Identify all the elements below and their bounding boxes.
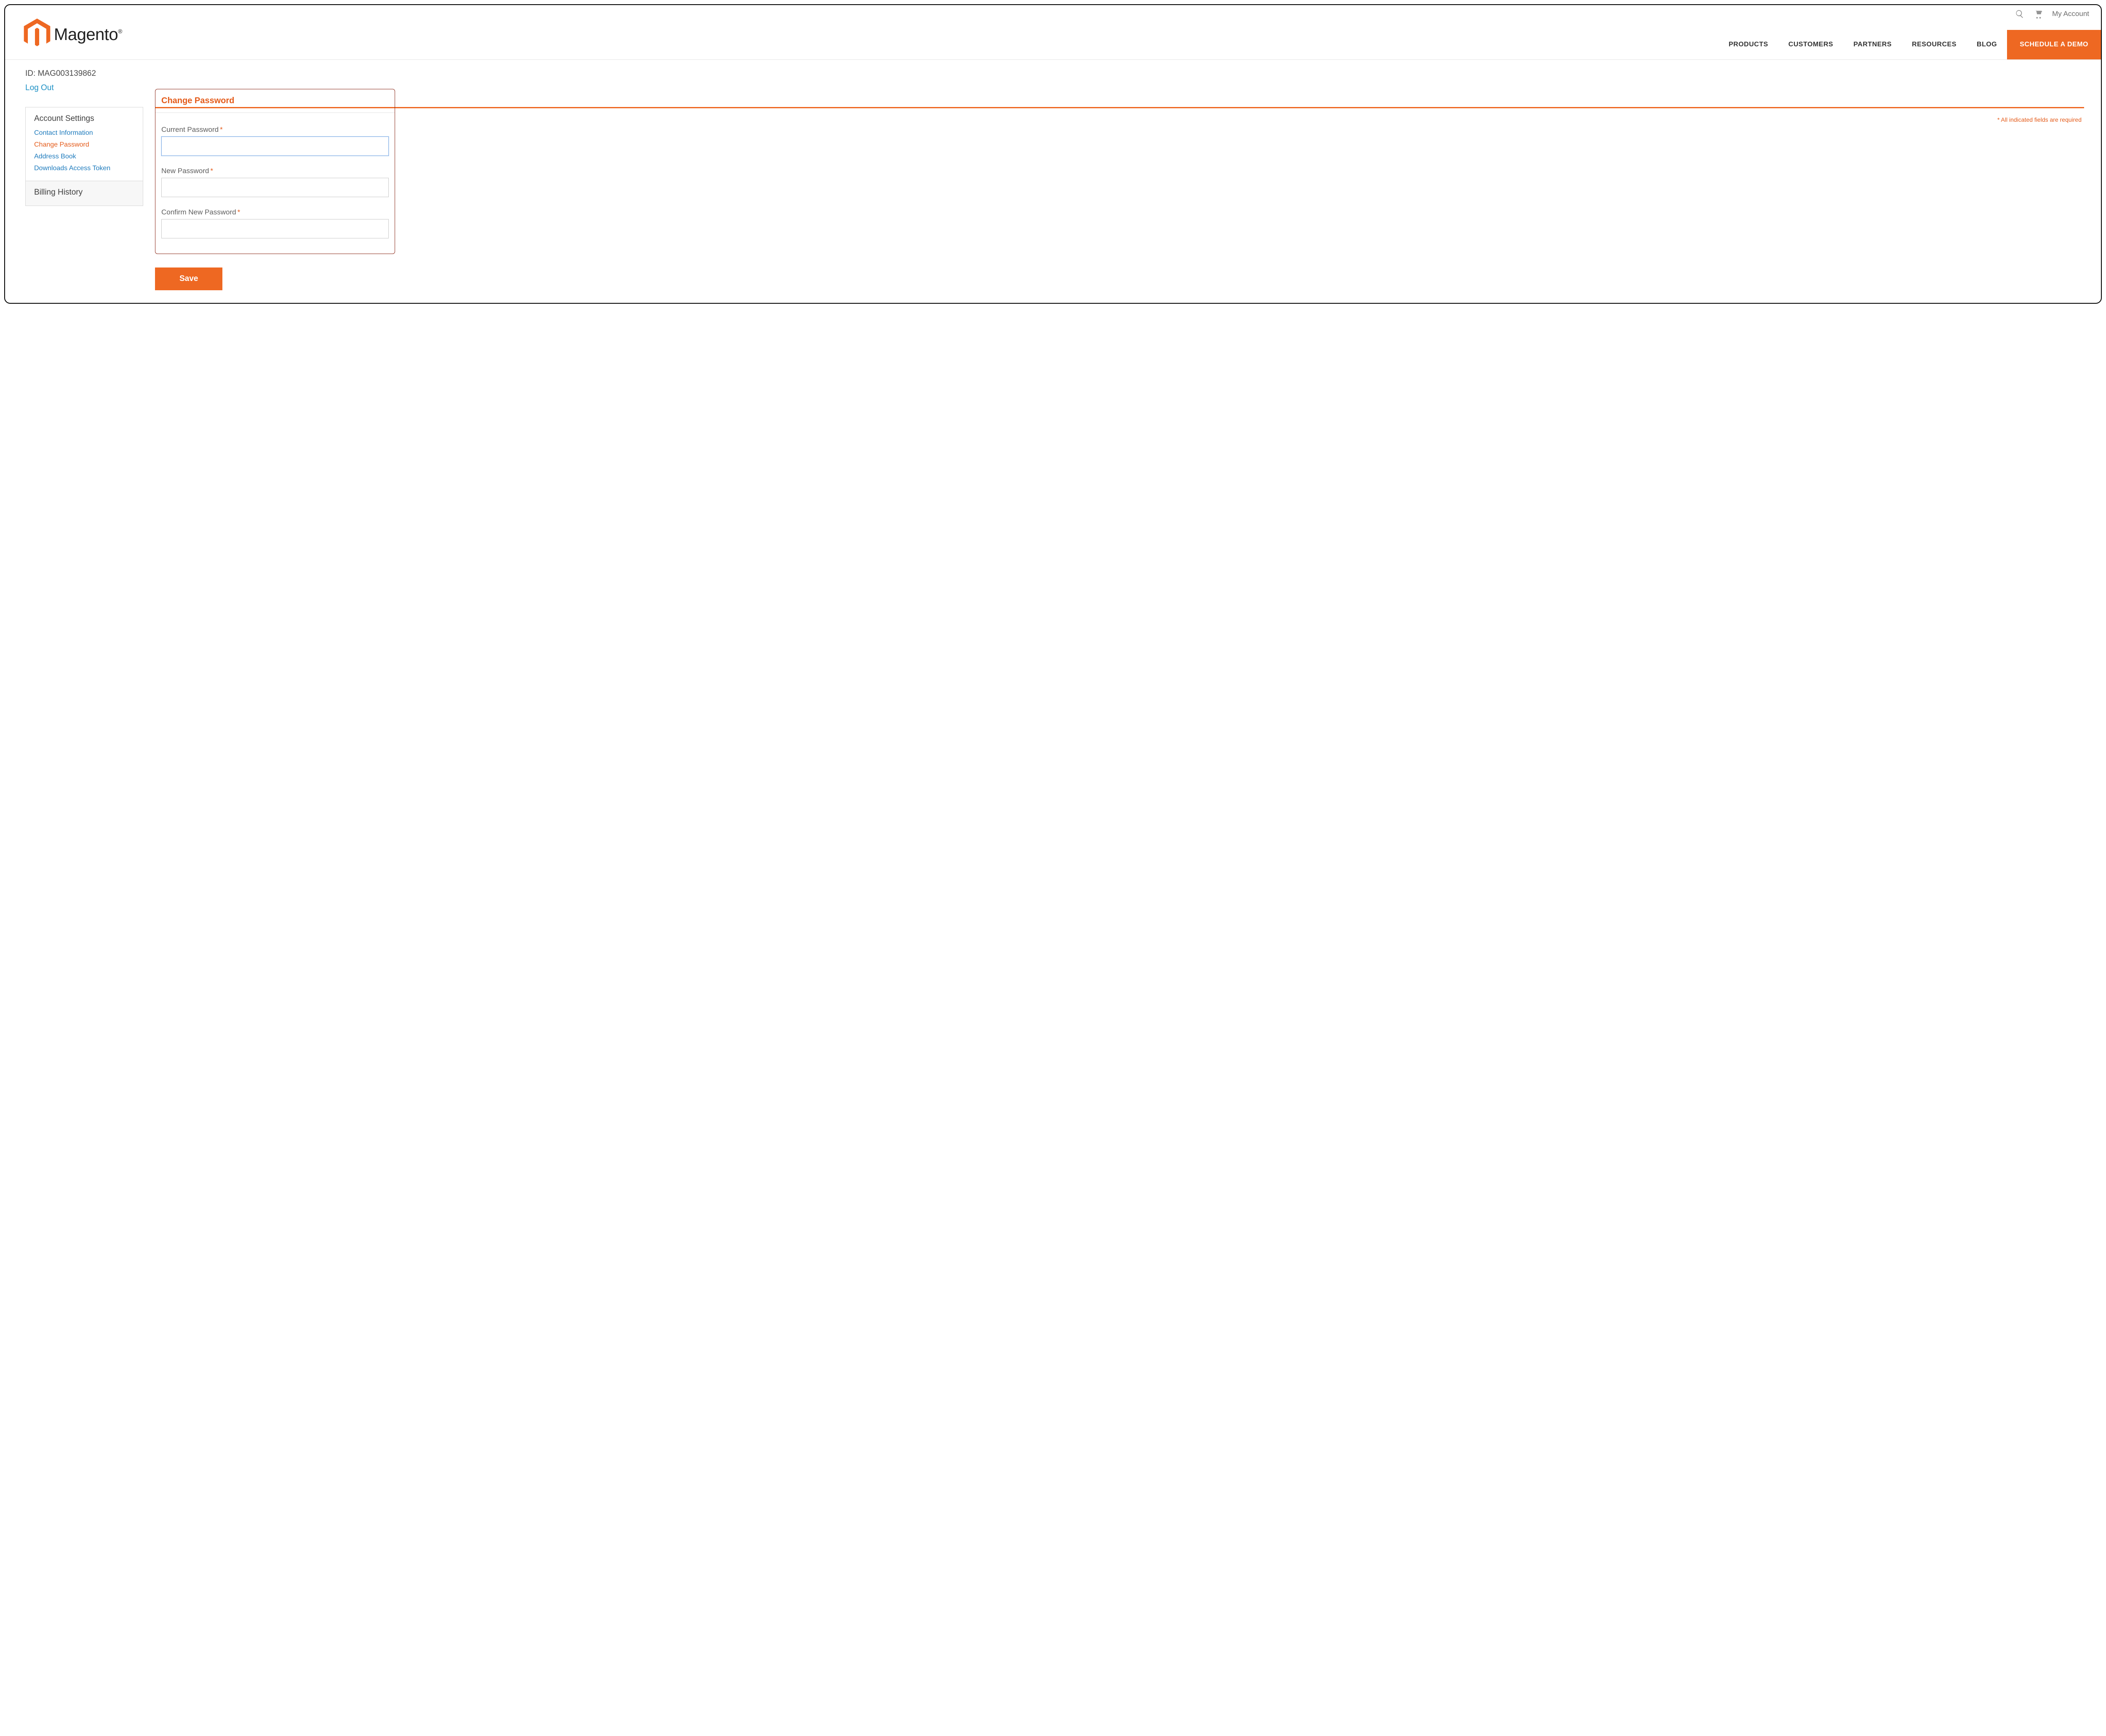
sidebar-title-billing-history: Billing History (34, 188, 134, 197)
sidebar-title-account-settings: Account Settings (34, 114, 134, 123)
required-fields-note: * All indicated fields are required (1997, 116, 2082, 123)
cart-icon[interactable] (2034, 9, 2043, 19)
sidebar-account-settings: Account Settings Contact Information Cha… (26, 107, 143, 181)
new-password-label: New Password* (161, 167, 389, 175)
my-account-link[interactable]: My Account (2052, 10, 2089, 18)
required-star-icon: * (238, 208, 241, 216)
nav-resources[interactable]: RESOURCES (1902, 30, 1967, 59)
sidebar-link-downloads-access-token[interactable]: Downloads Access Token (34, 165, 134, 172)
required-star-icon: * (210, 167, 213, 175)
schedule-demo-button[interactable]: SCHEDULE A DEMO (2007, 30, 2101, 59)
save-button[interactable]: Save (155, 267, 222, 290)
brand-wordmark: Magento® (54, 25, 122, 44)
current-password-input[interactable] (161, 136, 389, 156)
app-frame: My Account Magento® PRODUCTS CUSTOMERS P… (4, 4, 2102, 304)
account-id-value: MAG003139862 (38, 69, 96, 78)
current-password-label: Current Password* (161, 126, 389, 134)
main-nav: PRODUCTS CUSTOMERS PARTNERS RESOURCES BL… (1718, 30, 2101, 59)
header: Magento® PRODUCTS CUSTOMERS PARTNERS RES… (5, 19, 2101, 60)
logo[interactable]: Magento® (24, 19, 122, 59)
sidebar-billing-history[interactable]: Billing History (26, 181, 143, 206)
topbar: My Account (5, 5, 2101, 19)
nav-products[interactable]: PRODUCTS (1718, 30, 1778, 59)
sidebar-link-change-password[interactable]: Change Password (34, 141, 134, 149)
confirm-new-password-label: Confirm New Password* (161, 208, 389, 217)
new-password-input[interactable] (161, 178, 389, 197)
form-title: Change Password (161, 96, 234, 106)
account-id-label: ID: (25, 69, 35, 78)
required-star-icon: * (220, 126, 223, 134)
magento-logo-icon (24, 19, 51, 51)
sidebar: Account Settings Contact Information Cha… (25, 107, 143, 206)
nav-customers[interactable]: CUSTOMERS (1778, 30, 1843, 59)
nav-partners[interactable]: PARTNERS (1843, 30, 1902, 59)
confirm-new-password-input[interactable] (161, 219, 389, 238)
search-icon[interactable] (2015, 9, 2024, 19)
account-id: ID: MAG003139862 (25, 69, 2084, 78)
change-password-card: Change Password Current Password* (155, 89, 395, 254)
sidebar-link-contact-information[interactable]: Contact Information (34, 129, 134, 137)
nav-blog[interactable]: BLOG (1967, 30, 2007, 59)
main-content: * All indicated fields are required Chan… (155, 107, 2084, 290)
page-body: ID: MAG003139862 Log Out Account Setting… (5, 60, 2101, 303)
sidebar-link-address-book[interactable]: Address Book (34, 153, 134, 160)
logout-link[interactable]: Log Out (25, 83, 54, 93)
